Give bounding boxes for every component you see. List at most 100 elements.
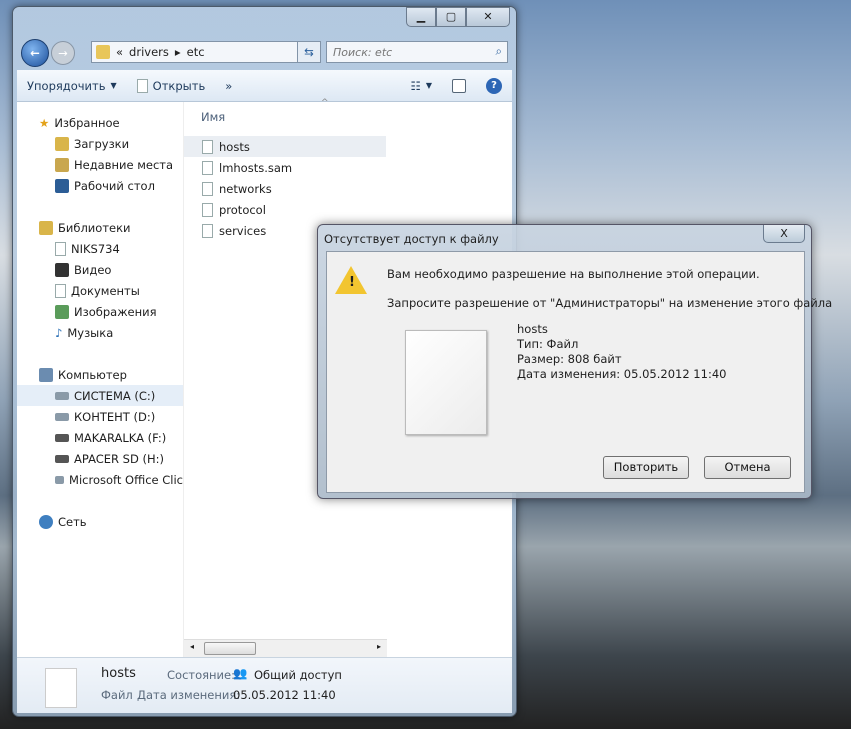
nav-drive-f[interactable]: MAKARALKA (F:): [17, 427, 183, 448]
scrollbar-thumb[interactable]: [204, 642, 256, 655]
nav-label: Изображения: [74, 304, 157, 319]
chevron-down-icon: ▼: [110, 81, 117, 90]
nav-libraries[interactable]: Библиотеки: [17, 217, 183, 238]
file-info-date: Дата изменения: 05.05.2012 11:40: [517, 367, 727, 381]
video-icon: [55, 262, 69, 277]
nav-downloads[interactable]: Загрузки: [17, 133, 183, 154]
details-date-label: Дата изменения:: [137, 688, 241, 702]
file-icon: [202, 139, 213, 154]
chevron-down-icon: ▼: [425, 81, 432, 90]
music-icon: ♪: [55, 325, 63, 340]
breadcrumb-drivers[interactable]: drivers: [129, 45, 169, 59]
star-icon: ★: [39, 115, 50, 130]
nav-network[interactable]: Сеть: [17, 511, 183, 532]
view-list-icon: ☷: [410, 78, 421, 93]
open-button[interactable]: Открыть: [127, 78, 216, 93]
removable-drive-icon: [55, 454, 69, 463]
nav-label: Сеть: [58, 514, 87, 529]
file-icon: [202, 223, 213, 238]
file-item-networks[interactable]: networks: [184, 178, 386, 199]
breadcrumb-overflow[interactable]: «: [116, 45, 123, 59]
nav-label: Загрузки: [74, 136, 130, 151]
minimize-button[interactable]: ▁: [406, 7, 436, 27]
dialog-message: Вам необходимо разрешение на выполнение …: [387, 267, 760, 281]
nav-label: Библиотеки: [58, 220, 131, 235]
removable-drive-icon: [55, 433, 69, 442]
file-large-icon: [405, 330, 487, 435]
nav-niks734[interactable]: NIKS734: [17, 238, 183, 259]
nav-documents[interactable]: Документы: [17, 280, 183, 301]
desktop-icon: [55, 178, 69, 193]
computer-icon: [39, 367, 53, 382]
details-state-value: Общий доступ: [254, 668, 342, 682]
more-button[interactable]: »: [215, 79, 242, 93]
nav-label: Документы: [71, 283, 140, 298]
file-large-icon: [45, 668, 77, 708]
library-icon: [55, 241, 66, 256]
address-bar[interactable]: « drivers ▸ etc ▼: [91, 41, 321, 63]
nav-label: Избранное: [54, 115, 120, 130]
nav-office[interactable]: Microsoft Office Clic: [17, 469, 183, 490]
nav-drive-c[interactable]: СИСТЕМА (C:): [17, 385, 183, 406]
details-pane: hosts Файл Состояние: 👥 Общий доступ Дат…: [17, 657, 512, 713]
help-button[interactable]: ?: [476, 77, 512, 94]
file-info-size: Размер: 808 байт: [517, 352, 622, 366]
retry-button[interactable]: Повторить: [603, 456, 689, 479]
nav-drive-h[interactable]: APACER SD (H:): [17, 448, 183, 469]
file-item-lmhosts[interactable]: lmhosts.sam: [184, 157, 386, 178]
file-info-type: Тип: Файл: [517, 337, 579, 351]
nav-music[interactable]: ♪ Музыка: [17, 322, 183, 343]
nav-drive-d[interactable]: КОНТЕНТ (D:): [17, 406, 183, 427]
file-info: hosts Тип: Файл Размер: 808 байт Дата из…: [517, 322, 726, 382]
toolbar: Упорядочить ▼ Открыть » ☷ ▼ ?: [17, 70, 512, 102]
file-item-protocol[interactable]: protocol: [184, 199, 386, 220]
file-info-name: hosts: [517, 322, 548, 336]
file-icon: [202, 181, 213, 196]
nav-label: Недавние места: [74, 157, 174, 172]
downloads-icon: [55, 136, 69, 151]
forward-button[interactable]: →: [51, 41, 75, 65]
nav-label: APACER SD (H:): [74, 451, 164, 466]
nav-computer[interactable]: Компьютер: [17, 364, 183, 385]
dialog-title: Отсутствует доступ к файлу: [324, 232, 499, 246]
sort-ascending-icon: ^: [321, 98, 329, 108]
dialog-close-button[interactable]: X: [763, 225, 805, 243]
nav-favorites[interactable]: ★ Избранное: [17, 112, 183, 133]
back-button[interactable]: ←: [21, 39, 49, 67]
access-denied-dialog: Отсутствует доступ к файлу X ! Вам необх…: [317, 224, 832, 499]
nav-video[interactable]: Видео: [17, 259, 183, 280]
scroll-right-icon[interactable]: ▸: [377, 642, 381, 651]
nav-label: Видео: [74, 262, 112, 277]
search-icon: ⌕: [495, 44, 502, 58]
details-file-type: Файл: [101, 688, 133, 702]
details-file-name: hosts: [101, 666, 136, 681]
nav-recent[interactable]: Недавние места: [17, 154, 183, 175]
pictures-icon: [55, 304, 69, 319]
cancel-button[interactable]: Отмена: [704, 456, 791, 479]
preview-pane-button[interactable]: [442, 78, 476, 93]
organize-button[interactable]: Упорядочить ▼: [17, 79, 127, 93]
search-input[interactable]: [326, 41, 508, 63]
view-options-button[interactable]: ☷ ▼: [401, 79, 442, 93]
maximize-button[interactable]: ▢: [436, 7, 466, 27]
nav-label: Музыка: [67, 325, 114, 340]
details-date-value: 05.05.2012 11:40: [233, 688, 336, 702]
close-button[interactable]: ✕: [466, 7, 510, 27]
organize-label: Упорядочить: [27, 78, 106, 93]
file-name: protocol: [219, 202, 266, 217]
recent-places-icon: [55, 157, 69, 172]
nav-pictures[interactable]: Изображения: [17, 301, 183, 322]
column-header-name[interactable]: Имя ^: [184, 98, 386, 136]
documents-icon: [55, 283, 66, 298]
horizontal-scrollbar[interactable]: ◂ ▸: [184, 639, 387, 657]
breadcrumb-etc[interactable]: etc: [187, 45, 205, 59]
open-label: Открыть: [152, 78, 206, 93]
file-item-hosts[interactable]: hosts: [184, 136, 386, 157]
refresh-button[interactable]: ⇆: [297, 41, 321, 63]
scroll-left-icon[interactable]: ◂: [190, 642, 194, 651]
breadcrumb-separator-icon: ▸: [174, 45, 181, 59]
dialog-request: Запросите разрешение от "Администраторы"…: [387, 296, 833, 310]
nav-desktop[interactable]: Рабочий стол: [17, 175, 183, 196]
network-icon: [39, 514, 53, 529]
nav-label: Microsoft Office Clic: [69, 472, 183, 487]
